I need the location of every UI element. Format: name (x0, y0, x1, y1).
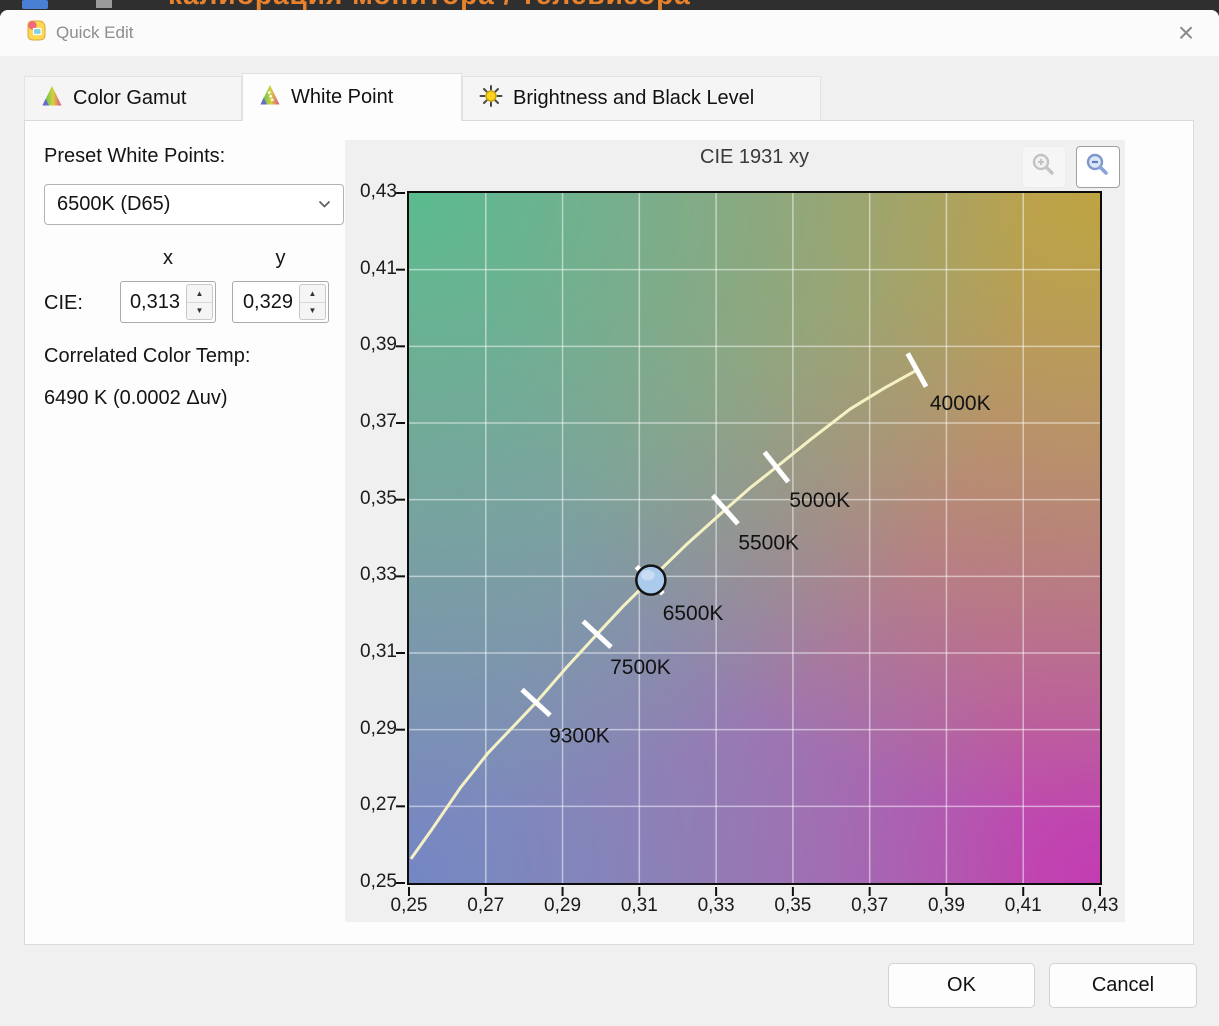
window-title: Quick Edit (56, 23, 134, 42)
zoom-out-button[interactable] (1076, 146, 1120, 188)
y-tick-label: 0,25 (360, 871, 397, 892)
y-tick-label: 0,27 (360, 794, 397, 816)
x-tick-label: 0,31 (620, 895, 658, 916)
temp-tick-4000K (905, 352, 929, 388)
x-tick-label: 0,39 (927, 895, 965, 916)
column-header-y: y (275, 247, 286, 269)
gamut-triangle-icon (41, 85, 63, 113)
temp-label-7500K: 7500K (610, 656, 671, 679)
cie-chart-block: CIE 1931 xy 4000K 5000K 5500K 6500K 7500… (345, 140, 1125, 922)
tab-color-gamut[interactable]: Color Gamut (24, 76, 242, 120)
temp-label-5500K: 5500K (738, 532, 799, 555)
white-point-marker-highlight (640, 570, 655, 581)
x-tick-label: 0,43 (1081, 895, 1119, 916)
y-tick-label: 0,43 (360, 181, 397, 202)
tab-label: White Point (291, 86, 394, 108)
correlated-color-temp-label: Correlated Color Temp: (44, 345, 251, 367)
y-tick-label: 0,37 (360, 411, 397, 432)
y-tick-label: 0,33 (360, 564, 397, 586)
x-tick-label: 0,37 (851, 895, 889, 916)
x-tick-label: 0,29 (544, 895, 582, 916)
cie-y-spinfield: ▲ ▼ (232, 281, 329, 323)
background-window-title: калибрация монитора / телевизора (168, 0, 691, 10)
zoom-in-button[interactable] (1022, 146, 1066, 188)
plot-area[interactable]: 4000K 5000K 5500K 6500K 7500K 9300K (396, 191, 1102, 896)
sun-icon (479, 84, 503, 114)
correlated-color-temp-value: 6490 K (0.0002 Δuv) (44, 387, 228, 409)
titlebar: Quick Edit × (0, 10, 1219, 56)
tab-white-point[interactable]: White Point (242, 73, 462, 121)
tab-brightness-black-level[interactable]: Brightness and Black Level (462, 76, 821, 120)
plot-svg: 4000K 5000K 5500K 6500K 7500K 9300K (396, 192, 1101, 896)
preset-white-points-dropdown[interactable]: 6500K (D65) (44, 184, 344, 225)
temp-label-9300K: 9300K (549, 724, 610, 747)
y-tick-label: 0,39 (360, 334, 397, 356)
tab-label: Brightness and Black Level (513, 87, 755, 109)
temp-label-4000K: 4000K (930, 392, 991, 415)
white-point-marker[interactable] (635, 564, 667, 596)
y-tick-label: 0,31 (360, 641, 397, 662)
quick-edit-app-icon (24, 18, 48, 49)
spin-down-icon[interactable]: ▼ (300, 301, 325, 320)
screen: калибрация монитора / телевизора Quick E… (0, 0, 1219, 1026)
y-tick-label: 0,35 (360, 487, 397, 509)
background-window-fragment (96, 0, 112, 8)
y-tick-label: 0,41 (360, 257, 397, 279)
column-header-x: x (163, 247, 173, 269)
tab-label: Color Gamut (73, 87, 187, 109)
x-tick-label: 0,41 (1004, 895, 1042, 916)
cie-label: CIE: (44, 292, 83, 314)
cie-x-spinfield: ▲ ▼ (120, 281, 216, 323)
preset-white-points-label: Preset White Points: (44, 145, 226, 167)
cancel-button[interactable]: Cancel (1049, 963, 1197, 1008)
gamut-triangle-white-points-icon (259, 84, 281, 112)
magnifier-minus-icon (1084, 151, 1112, 184)
x-tick-label: 0,33 (697, 895, 735, 916)
chart-title: CIE 1931 xy (700, 146, 809, 168)
cie-y-spinner: ▲ ▼ (299, 284, 326, 320)
spin-up-icon[interactable]: ▲ (300, 285, 325, 302)
magnifier-plus-icon (1030, 151, 1058, 184)
ok-button[interactable]: OK (888, 963, 1035, 1008)
spin-up-icon[interactable]: ▲ (187, 285, 212, 302)
x-tick-label: 0,27 (467, 895, 505, 916)
cie-y-input[interactable] (233, 282, 297, 322)
quick-edit-dialog: Quick Edit × Color Gamut White Point Bri… (0, 10, 1219, 1026)
temp-label-6500K: 6500K (663, 602, 724, 625)
close-icon[interactable]: × (1167, 14, 1205, 52)
temp-tick-5000K (762, 450, 791, 484)
cie-x-input[interactable] (121, 282, 184, 322)
x-tick-label: 0,35 (774, 895, 812, 916)
y-tick-label: 0,29 (360, 717, 397, 739)
background-window-strip: калибрация монитора / телевизора (0, 0, 1219, 10)
x-tick-label: 0,25 (390, 895, 428, 916)
spin-down-icon[interactable]: ▼ (187, 301, 212, 320)
temp-label-5000K: 5000K (789, 489, 850, 512)
background-window-fragment (22, 0, 48, 9)
cie-x-spinner: ▲ ▼ (186, 284, 213, 320)
preset-selected-value: 6500K (D65) (57, 193, 171, 215)
chevron-down-icon (318, 200, 343, 209)
